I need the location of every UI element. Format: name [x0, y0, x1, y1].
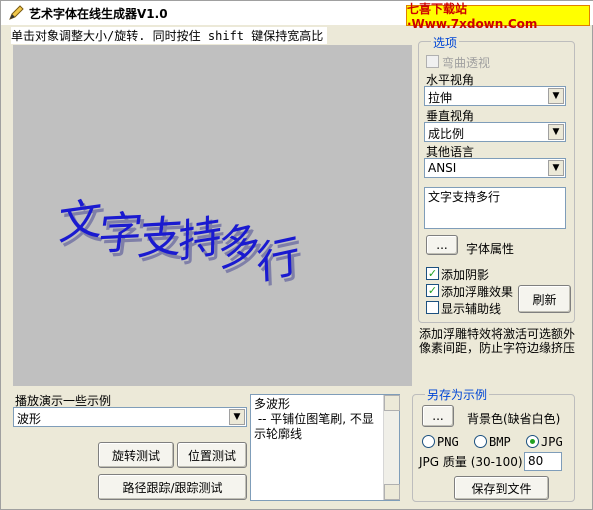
v-view-select[interactable]: 成比例 ▼: [424, 122, 566, 142]
add-shadow-checkbox[interactable]: ✓: [426, 267, 439, 280]
v-view-value: 成比例: [428, 127, 465, 141]
chevron-down-icon[interactable]: ▼: [229, 409, 245, 425]
curve-perspective-checkbox[interactable]: [426, 55, 439, 68]
font-props-label: 字体属性: [466, 242, 515, 256]
path-test-button[interactable]: 路径跟踪/跟踪测试: [98, 474, 247, 500]
art-text-preview: 文文字字支支持持多多行行: [57, 193, 303, 295]
position-test-button[interactable]: 位置测试: [177, 442, 247, 468]
h-view-select[interactable]: 拉伸 ▼: [424, 86, 566, 106]
font-dots-button[interactable]: ...: [426, 235, 458, 255]
show-guides-checkbox[interactable]: [426, 301, 439, 314]
save-file-button[interactable]: 保存到文件: [454, 476, 549, 500]
options-group-title: 选项: [431, 34, 460, 51]
lang-value: ANSI: [428, 161, 457, 175]
demo-description[interactable]: 多波形 -- 平铺位图笔刷, 不显示轮廓线: [250, 394, 400, 501]
png-label: PNG: [437, 435, 459, 449]
preview-canvas[interactable]: 文文字字支支持持多多行行: [13, 45, 412, 386]
jpg-quality-label: JPG 质量 (30-100): [419, 455, 523, 469]
demo-description-scrollbar[interactable]: [383, 395, 400, 500]
demo-select[interactable]: 波形 ▼: [13, 407, 247, 427]
scroll-down-button[interactable]: [384, 484, 400, 500]
title-bar: 艺术字体在线生成器V1.0 七喜下载站·Www.7xdown.Com: [1, 1, 593, 31]
pencil-icon: [7, 4, 25, 22]
chevron-down-icon[interactable]: ▼: [548, 88, 564, 104]
curve-perspective-label: 弯曲透视: [442, 56, 491, 70]
art-char: 文: [57, 193, 102, 250]
saveas-group-title: 另存为示例: [425, 386, 490, 403]
h-view-value: 拉伸: [428, 91, 453, 105]
chevron-down-icon[interactable]: ▼: [548, 160, 564, 176]
window-title: 艺术字体在线生成器V1.0: [29, 7, 168, 21]
add-shadow-label: 添加阴影: [441, 268, 490, 282]
hint-text: 单击对象调整大小/旋转. 同时按住 shift 键保持宽高比: [11, 27, 328, 44]
lang-select[interactable]: ANSI ▼: [424, 158, 566, 178]
bg-dots-button[interactable]: ...: [422, 405, 454, 427]
refresh-button[interactable]: 刷新: [518, 285, 571, 313]
bmp-radio[interactable]: [474, 435, 487, 448]
show-guides-label: 显示辅助线: [441, 302, 502, 316]
watermark-banner: 七喜下载站·Www.7xdown.Com: [406, 2, 590, 31]
app-window: 艺术字体在线生成器V1.0 七喜下载站·Www.7xdown.Com 单击对象调…: [0, 0, 593, 510]
png-radio[interactable]: [422, 435, 435, 448]
emboss-note: 添加浮雕特效将激活可选额外像素间距，防止字符边缘挤压: [419, 327, 576, 355]
jpg-quality-input[interactable]: 80: [524, 452, 562, 471]
scroll-up-button[interactable]: [384, 395, 400, 411]
jpg-radio[interactable]: [526, 435, 539, 448]
text-content-input[interactable]: 文字支持多行: [424, 187, 566, 229]
demo-value: 波形: [17, 412, 42, 426]
art-char: 行: [255, 230, 300, 291]
add-emboss-label: 添加浮雕效果: [441, 285, 514, 299]
add-emboss-checkbox[interactable]: ✓: [426, 284, 439, 297]
art-char: 持: [178, 210, 222, 268]
jpg-label: JPG: [541, 435, 563, 449]
bg-color-label: 背景色(缺省白色): [467, 412, 561, 426]
chevron-down-icon[interactable]: ▼: [548, 124, 564, 140]
bmp-label: BMP: [489, 435, 511, 449]
rotate-test-button[interactable]: 旋转测试: [98, 442, 174, 468]
